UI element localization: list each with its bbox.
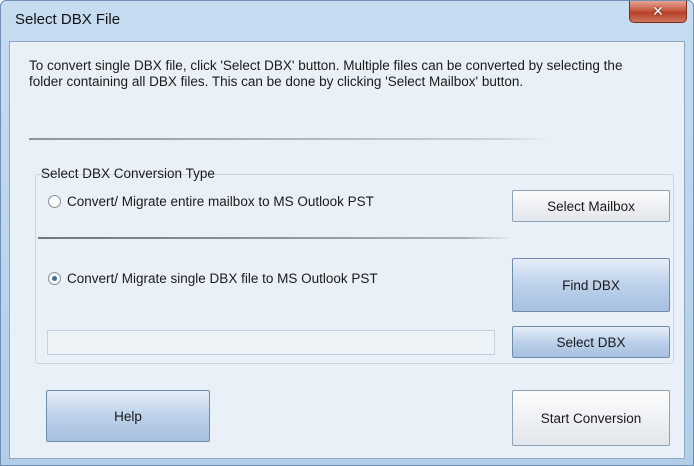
window-title: Select DBX File — [15, 11, 121, 28]
instruction-text: To convert single DBX file, click 'Selec… — [29, 58, 623, 89]
option-entire-mailbox[interactable]: Convert/ Migrate entire mailbox to MS Ou… — [48, 194, 374, 209]
divider — [38, 237, 512, 239]
divider — [29, 138, 549, 140]
conversion-type-label: Select DBX Conversion Type — [41, 166, 215, 181]
option-label: Convert/ Migrate entire mailbox to MS Ou… — [67, 194, 374, 209]
radio-button-selected[interactable] — [48, 272, 61, 285]
select-dbx-button[interactable]: Select DBX — [512, 326, 670, 358]
radio-button[interactable] — [48, 195, 61, 208]
dialog-client-area: To convert single DBX file, click 'Selec… — [9, 41, 685, 459]
help-button[interactable]: Help — [46, 390, 210, 442]
dialog-window: Select DBX File ✕ To convert single DBX … — [0, 0, 694, 466]
title-bar[interactable]: Select DBX File ✕ — [1, 1, 693, 39]
option-label: Convert/ Migrate single DBX file to MS O… — [67, 271, 378, 286]
select-mailbox-button[interactable]: Select Mailbox — [512, 190, 670, 222]
close-button[interactable]: ✕ — [629, 1, 687, 23]
close-icon: ✕ — [652, 3, 664, 19]
start-conversion-button[interactable]: Start Conversion — [512, 390, 670, 446]
option-single-dbx[interactable]: Convert/ Migrate single DBX file to MS O… — [48, 271, 378, 286]
find-dbx-button[interactable]: Find DBX — [512, 258, 670, 312]
dbx-path-field[interactable] — [47, 330, 495, 355]
